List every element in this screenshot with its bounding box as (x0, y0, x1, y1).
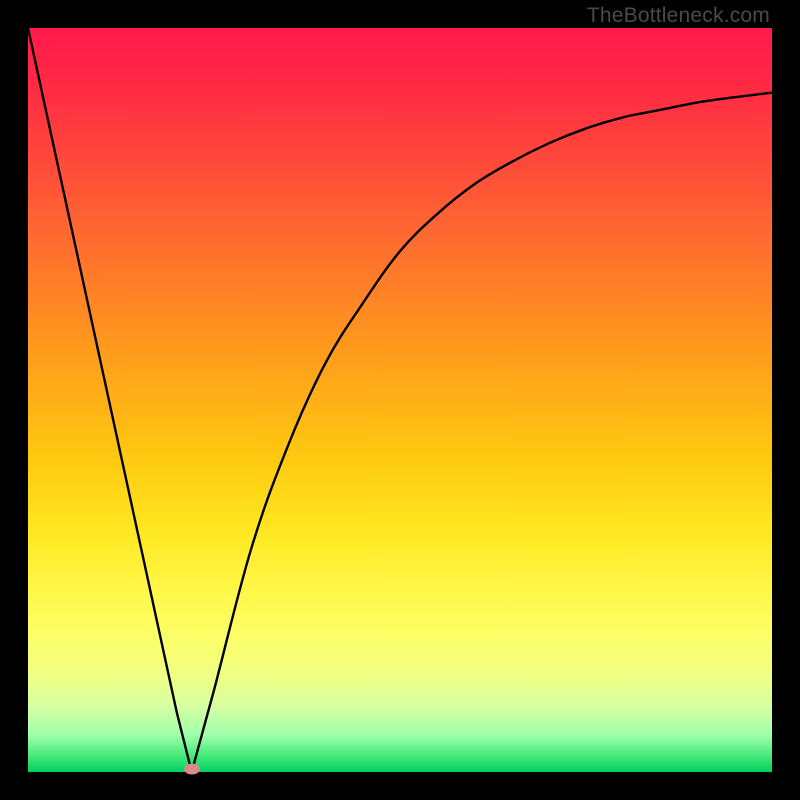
chart-frame: TheBottleneck.com (0, 0, 800, 800)
plot-area (28, 28, 772, 772)
watermark-text: TheBottleneck.com (587, 4, 770, 28)
minimum-marker (184, 764, 200, 775)
bottleneck-curve (28, 28, 772, 772)
